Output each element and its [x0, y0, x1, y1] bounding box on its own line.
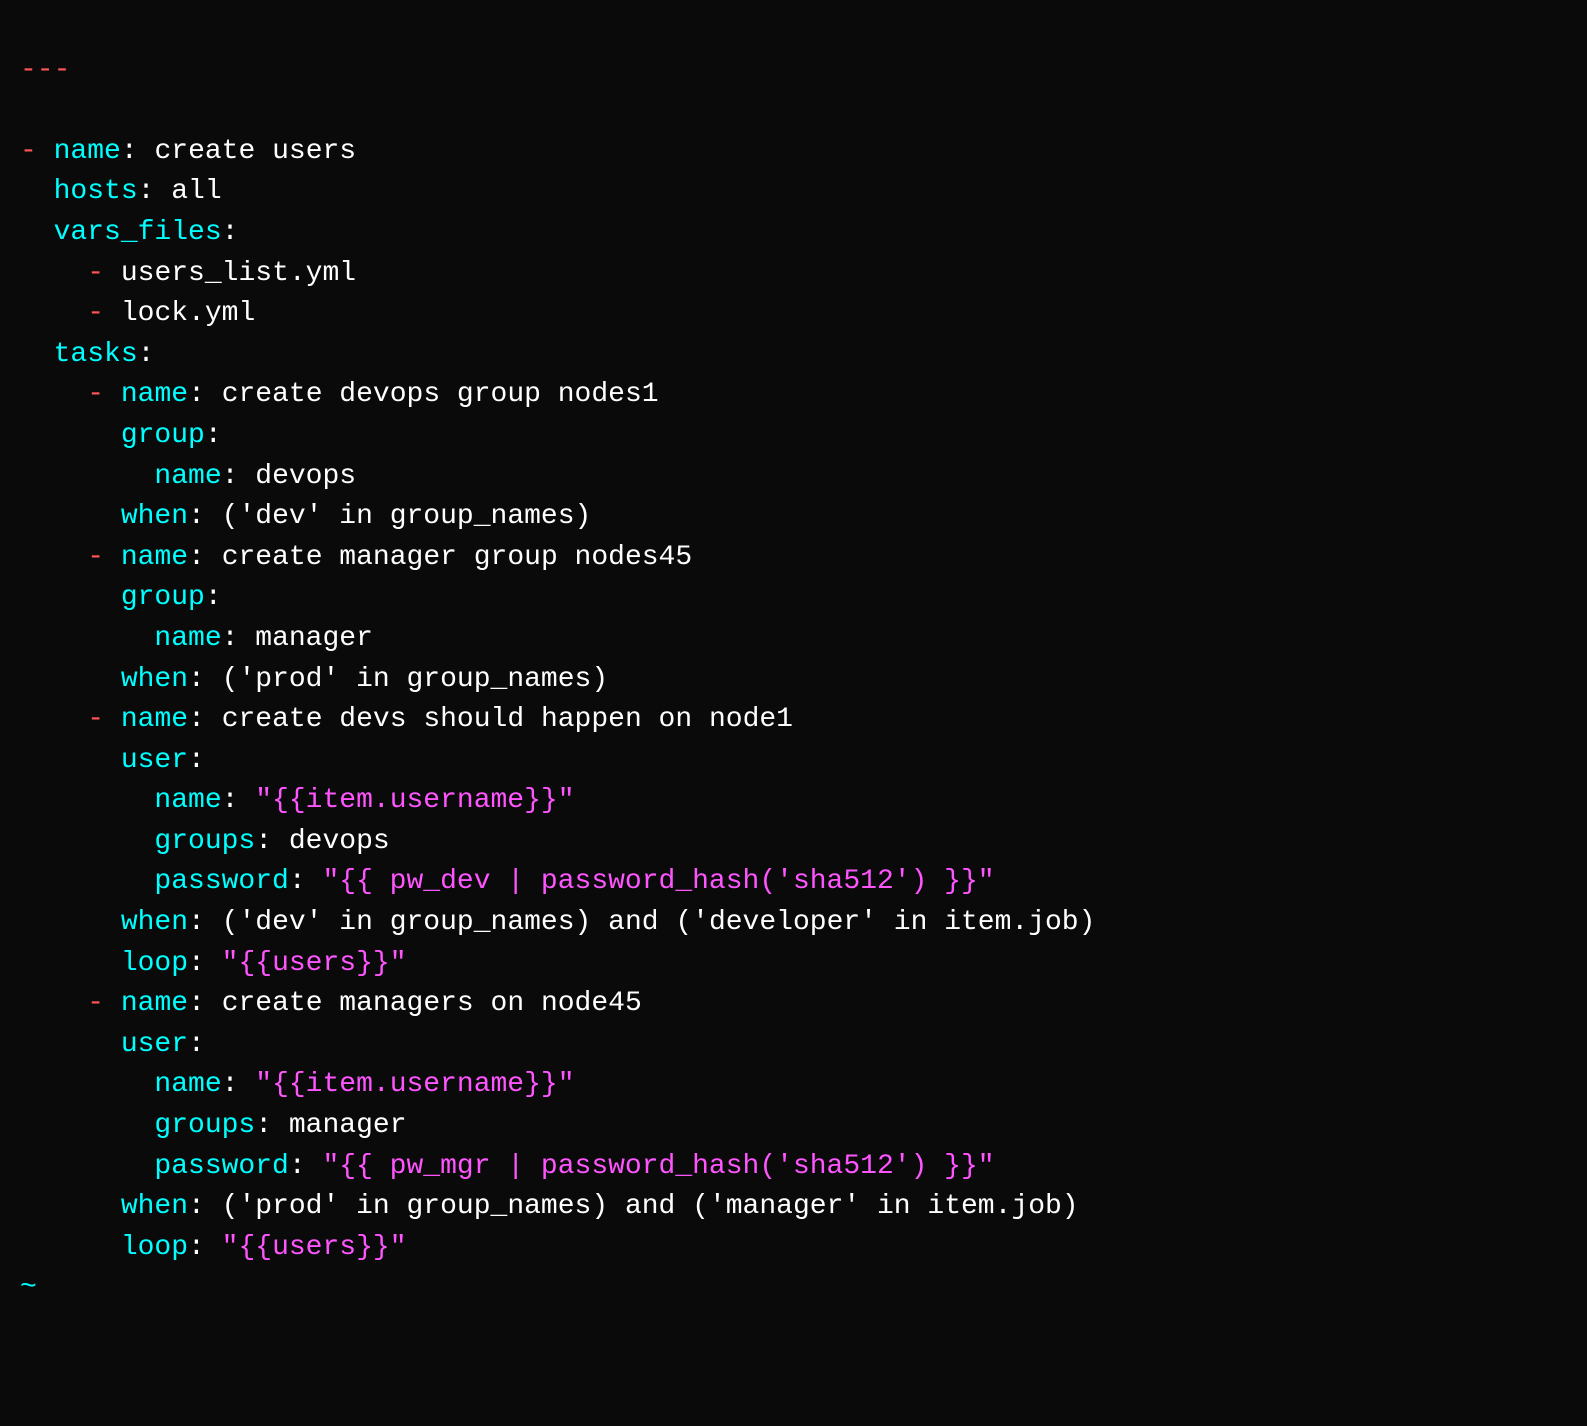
key-tasks: tasks: [54, 339, 138, 370]
key-user-2: user: [121, 1029, 188, 1060]
dash-1: -: [20, 136, 37, 167]
tilde-end: ~: [20, 1272, 37, 1303]
key-user-name-2: name: [154, 1069, 221, 1100]
value-vars-2: lock.yml: [121, 298, 255, 329]
value-when-3: ('dev' in group_names) and ('developer' …: [222, 907, 1096, 938]
dash-task-3: -: [87, 704, 104, 735]
code-editor: --- - name: create users hosts: all vars…: [20, 10, 1587, 1309]
key-name-task-4: name: [121, 988, 188, 1019]
separator-line: ---: [20, 55, 70, 86]
dash-vars-2: -: [87, 298, 104, 329]
dash-task-2: -: [87, 542, 104, 573]
value-name-1: create users: [154, 136, 356, 167]
value-user-name-1: "{{item.username}}": [255, 785, 574, 816]
key-groups-1: groups: [154, 826, 255, 857]
key-hosts: hosts: [54, 176, 138, 207]
key-password-2: password: [154, 1151, 288, 1182]
dash-task-1: -: [87, 379, 104, 410]
key-vars-files: vars_files: [54, 217, 222, 248]
key-loop-2: loop: [121, 1232, 188, 1263]
key-name-task-3: name: [121, 704, 188, 735]
value-password-2: "{{ pw_mgr | password_hash('sha512') }}": [322, 1151, 994, 1182]
value-when-4: ('prod' in group_names) and ('manager' i…: [222, 1191, 1079, 1222]
key-groups-2: groups: [154, 1110, 255, 1141]
dash-vars-1: -: [87, 258, 104, 289]
value-hosts: all: [171, 176, 221, 207]
value-groups-2: manager: [289, 1110, 407, 1141]
value-loop-2: "{{users}}": [222, 1232, 407, 1263]
key-name-task-1: name: [121, 379, 188, 410]
value-password-1: "{{ pw_dev | password_hash('sha512') }}": [322, 866, 994, 897]
key-when-4: when: [121, 1191, 188, 1222]
value-when-1: ('dev' in group_names): [222, 501, 592, 532]
key-when-3: when: [121, 907, 188, 938]
key-name-task-2: name: [121, 542, 188, 573]
key-group-1: group: [121, 420, 205, 451]
value-name-task-4: create managers on node45: [222, 988, 642, 1019]
key-group-name-1: name: [154, 461, 221, 492]
value-groups-1: devops: [289, 826, 390, 857]
key-when-2: when: [121, 664, 188, 695]
value-group-name-2: manager: [255, 623, 373, 654]
key-user-1: user: [121, 745, 188, 776]
value-loop-1: "{{users}}": [222, 948, 407, 979]
dash-task-4: -: [87, 988, 104, 1019]
value-when-2: ('prod' in group_names): [222, 664, 608, 695]
key-password-1: password: [154, 866, 288, 897]
key-loop-1: loop: [121, 948, 188, 979]
key-group-2: group: [121, 582, 205, 613]
key-group-name-2: name: [154, 623, 221, 654]
key-when-1: when: [121, 501, 188, 532]
key-user-name-1: name: [154, 785, 221, 816]
value-group-name-1: devops: [255, 461, 356, 492]
value-name-task-1: create devops group nodes1: [222, 379, 659, 410]
value-user-name-2: "{{item.username}}": [255, 1069, 574, 1100]
value-name-task-2: create manager group nodes45: [222, 542, 692, 573]
value-name-task-3: create devs should happen on node1: [222, 704, 793, 735]
key-name-1: name: [54, 136, 121, 167]
value-vars-1: users_list.yml: [121, 258, 356, 289]
